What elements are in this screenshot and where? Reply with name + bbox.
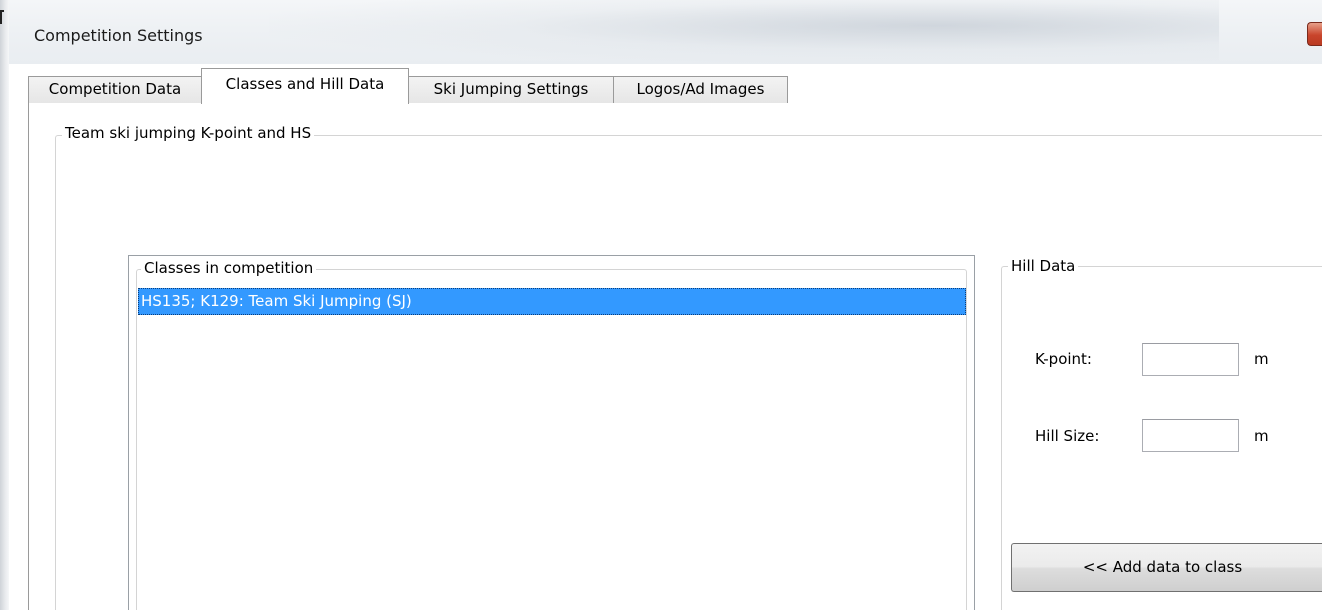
tab-ski-jumping-settings[interactable]: Ski Jumping Settings: [408, 76, 614, 103]
add-data-to-class-label: << Add data to class: [1082, 558, 1243, 576]
k-point-input[interactable]: [1142, 343, 1239, 376]
classes-in-competition-group: [136, 269, 967, 610]
hill-size-label: Hill Size:: [1035, 427, 1100, 445]
competition-settings-window: Competition Settings Competition Data Cl…: [0, 0, 1322, 610]
hill-data-label: Hill Data: [1008, 257, 1079, 275]
window-title: Competition Settings: [34, 26, 203, 45]
hill-size-input[interactable]: [1142, 419, 1239, 452]
classes-list-frame: Classes in competition HS135; K129: Team…: [128, 255, 975, 610]
team-ski-jumping-group-label: Team ski jumping K-point and HS: [62, 124, 315, 142]
tab-classes-and-hill-data[interactable]: Classes and Hill Data: [201, 68, 409, 104]
hill-size-unit: m: [1254, 427, 1269, 445]
title-bar[interactable]: Competition Settings: [9, 0, 1322, 64]
k-point-unit: m: [1254, 350, 1269, 368]
list-item[interactable]: HS135; K129: Team Ski Jumping (SJ): [138, 288, 966, 315]
classes-in-competition-label: Classes in competition: [141, 259, 317, 277]
window-left-edge: [0, 0, 9, 610]
close-button[interactable]: [1307, 22, 1322, 46]
tab-strip: Competition Data Classes and Hill Data S…: [28, 64, 1322, 104]
tab-competition-data[interactable]: Competition Data: [28, 76, 202, 103]
add-data-to-class-button[interactable]: << Add data to class: [1011, 543, 1322, 592]
window-corner-mark: [0, 10, 4, 24]
tab-logos-ad-images[interactable]: Logos/Ad Images: [613, 76, 788, 103]
k-point-label: K-point:: [1035, 350, 1092, 368]
